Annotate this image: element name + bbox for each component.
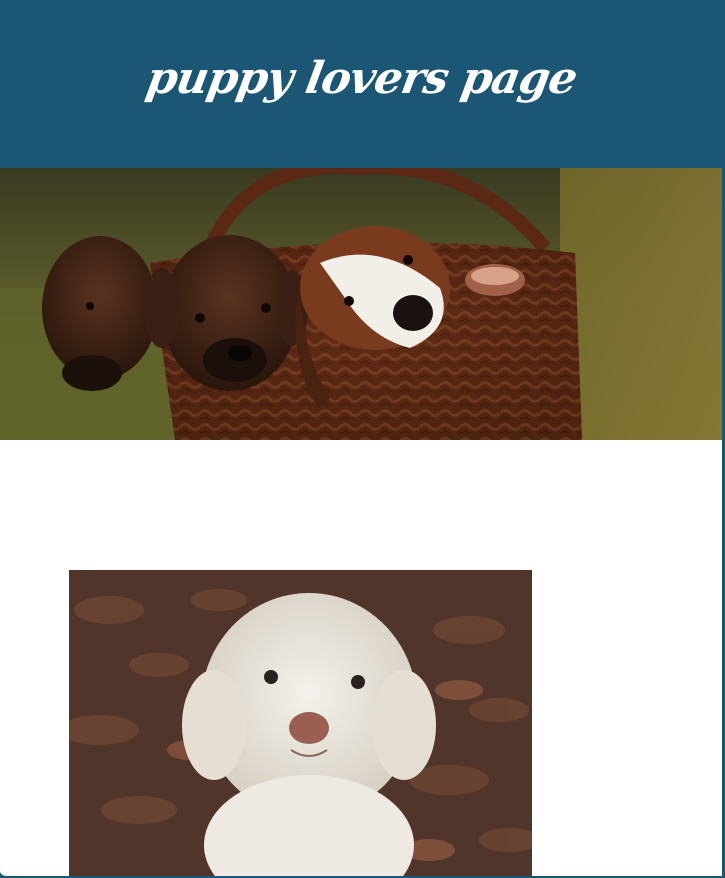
white-puppy-image xyxy=(69,570,532,876)
page: puppy lovers page xyxy=(0,0,724,877)
page-header: puppy lovers page xyxy=(0,0,722,168)
page-title: puppy lovers page xyxy=(142,52,582,104)
hero-image-puppies-basket xyxy=(0,168,722,440)
